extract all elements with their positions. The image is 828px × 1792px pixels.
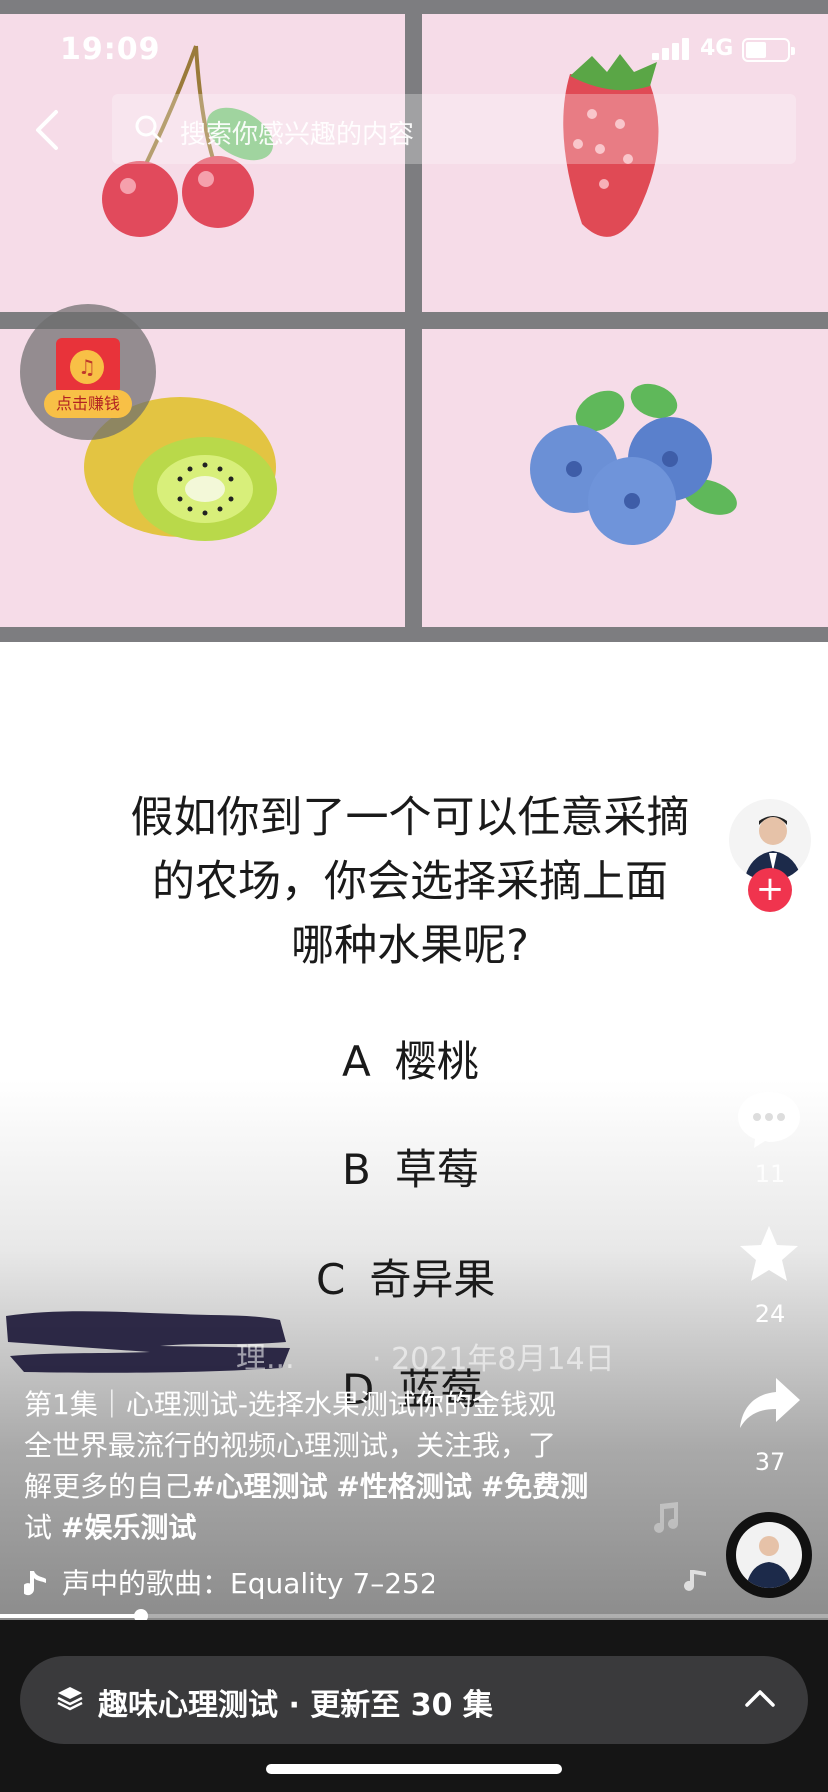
layers-icon <box>57 1687 83 1711</box>
star-icon[interactable] <box>738 1224 800 1284</box>
caption-text: 解更多的自己 <box>24 1470 193 1503</box>
option-b: B 草莓 <box>342 1136 479 1197</box>
follow-button[interactable]: + <box>748 868 792 912</box>
question-text: 假如你到了一个可以任意采摘 的农场，你会选择采摘上面 哪种水果呢? <box>100 786 720 978</box>
option-letter: A <box>342 1037 371 1086</box>
question-line: 的农场，你会选择采摘上面 <box>152 857 668 907</box>
question-line: 假如你到了一个可以任意采摘 <box>130 793 690 843</box>
hashtag[interactable]: #免费测 <box>481 1470 588 1503</box>
option-text: 奇异果 <box>369 1255 496 1304</box>
option-a: A 樱桃 <box>342 1028 479 1089</box>
comment-count: 11 <box>754 1160 786 1188</box>
music-disc[interactable] <box>726 1512 812 1598</box>
hashtag[interactable]: #娱乐测试 <box>61 1511 196 1544</box>
music-note-icon <box>24 1571 46 1596</box>
back-icon[interactable] <box>28 108 68 152</box>
music-label: 声中的歌曲：Equality 7–252 <box>62 1567 434 1600</box>
earn-money-label: 点击赚钱 <box>44 390 132 418</box>
like-count: 97 <box>754 1020 786 1048</box>
heart-icon[interactable] <box>734 934 804 998</box>
search-icon <box>135 115 163 143</box>
home-indicator[interactable] <box>266 1764 562 1774</box>
favorite-count: 24 <box>754 1300 786 1328</box>
option-text: 樱桃 <box>394 1037 479 1086</box>
post-date: · 2021年8月14日 <box>372 1342 615 1377</box>
share-count: 37 <box>754 1448 786 1476</box>
search-input[interactable]: 搜索你感兴趣的内容 <box>112 94 796 164</box>
caption-text: 试 <box>24 1511 53 1544</box>
search-placeholder: 搜索你感兴趣的内容 <box>180 120 415 150</box>
disc-cover-image <box>736 1522 802 1588</box>
signal-icon <box>652 38 689 60</box>
bottom-bar: 趣味心理测试 · 更新至 30 集 <box>0 1620 828 1792</box>
series-label: 趣味心理测试 · 更新至 30 集 <box>98 1688 493 1723</box>
caption-line: 全世界最流行的视频心理测试，关注我，了 <box>24 1429 557 1462</box>
option-letter: B <box>342 1145 371 1194</box>
hashtag[interactable]: #性格测试 <box>336 1470 471 1503</box>
blueberry-illustration <box>530 383 737 545</box>
floating-note-icon <box>684 1570 706 1591</box>
author-name-fragment: 理... <box>236 1341 295 1376</box>
music-coin-icon: ♫ <box>70 350 104 384</box>
comment-icon[interactable] <box>736 1090 802 1150</box>
question-line: 哪种水果呢? <box>291 921 529 971</box>
music-row[interactable]: 声中的歌曲：Equality 7–252 <box>24 1562 434 1602</box>
battery-icon <box>742 38 795 62</box>
status-time: 19:09 <box>60 32 161 67</box>
option-text: 草莓 <box>394 1145 479 1194</box>
chevron-up-icon[interactable] <box>744 1686 776 1710</box>
network-type: 4G <box>700 36 734 61</box>
progress-fill <box>0 1614 141 1618</box>
caption-line: 试 #娱乐测试 <box>24 1507 624 1548</box>
blueberry-cell <box>422 329 828 627</box>
caption-line: 解更多的自己#心理测试 #性格测试 #免费测 <box>24 1466 624 1507</box>
earn-money-button[interactable]: ♫ 点击赚钱 <box>20 304 156 440</box>
status-bar: 19:09 4G <box>0 0 828 100</box>
floating-note-icon <box>654 1502 678 1533</box>
option-letter: C <box>316 1255 346 1304</box>
series-collection-button[interactable]: 趣味心理测试 · 更新至 30 集 <box>20 1656 808 1744</box>
caption-line: 第1集｜心理测试-选择水果测试你的金钱观 <box>24 1388 556 1421</box>
playback-progress[interactable] <box>0 1609 828 1623</box>
share-icon[interactable] <box>738 1376 802 1430</box>
video-caption[interactable]: 第1集｜心理测试-选择水果测试你的金钱观 全世界最流行的视频心理测试，关注我，了… <box>24 1384 624 1548</box>
option-c: C 奇异果 <box>316 1246 495 1307</box>
hashtag[interactable]: #心理测试 <box>192 1470 327 1503</box>
